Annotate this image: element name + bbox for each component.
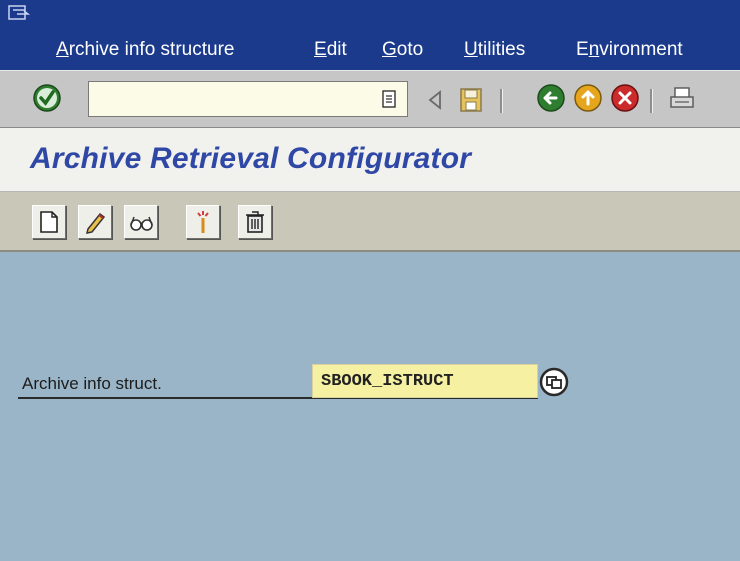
archive-info-struct-label: Archive info struct. — [22, 374, 162, 393]
application-toolbar — [0, 192, 740, 252]
back-icon[interactable] — [536, 83, 566, 113]
title-bar: Archive Retrieval Configurator — [0, 128, 740, 192]
command-history-icon[interactable] — [381, 90, 397, 108]
enter-icon[interactable] — [32, 83, 62, 113]
menu-environment[interactable]: Environment — [576, 37, 683, 63]
menu-archive-info-structure[interactable]: Archive info structure — [56, 37, 234, 63]
cancel-icon[interactable] — [610, 83, 640, 113]
activate-button[interactable] — [186, 205, 220, 239]
display-button[interactable] — [124, 205, 158, 239]
menu-bar: Archive info structure Edit Goto Utiliti… — [0, 0, 740, 70]
main-content: Archive info struct. — [0, 252, 740, 561]
print-icon[interactable] — [668, 85, 696, 113]
menu-goto[interactable]: Goto — [382, 37, 423, 63]
back-arrow-icon[interactable] — [424, 88, 446, 112]
system-menu-icon[interactable] — [8, 5, 30, 23]
archive-info-struct-field[interactable] — [312, 364, 538, 398]
command-input[interactable] — [95, 88, 369, 112]
change-button[interactable] — [78, 205, 112, 239]
activate-icon — [197, 211, 209, 233]
toolbar-separator — [650, 89, 653, 113]
command-field[interactable] — [88, 81, 408, 117]
glasses-icon — [130, 216, 153, 231]
standard-toolbar — [0, 70, 740, 128]
archive-info-struct-input[interactable] — [321, 370, 529, 392]
toolbar-separator — [500, 89, 503, 113]
delete-button[interactable] — [238, 205, 272, 239]
create-button[interactable] — [32, 205, 66, 239]
exit-icon[interactable] — [573, 83, 603, 113]
possible-entries-icon[interactable] — [538, 366, 570, 398]
page-title: Archive Retrieval Configurator — [30, 142, 472, 175]
save-icon[interactable] — [458, 86, 484, 114]
trash-icon — [246, 211, 264, 233]
create-icon — [40, 211, 58, 233]
pencil-icon — [85, 212, 106, 234]
menu-edit[interactable]: Edit — [314, 37, 347, 63]
menu-utilities[interactable]: Utilities — [464, 37, 525, 63]
